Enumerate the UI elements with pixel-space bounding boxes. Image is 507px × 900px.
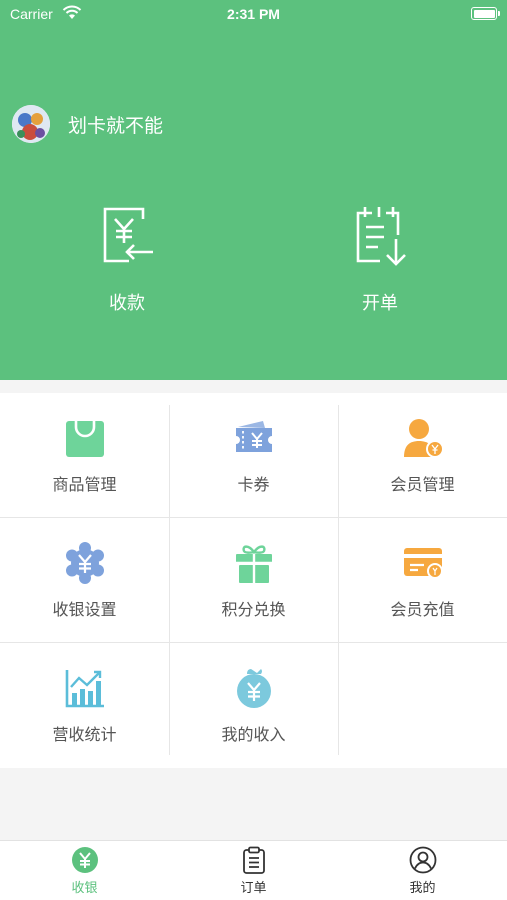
menu-item-cashier-settings[interactable]: 收银设置 bbox=[0, 518, 169, 643]
shopping-bag-icon bbox=[65, 421, 104, 457]
gift-box-icon bbox=[235, 545, 272, 583]
receive-payment-icon bbox=[103, 207, 153, 263]
member-user-icon bbox=[403, 419, 444, 458]
tab-bar: 收银 订单 我的 bbox=[0, 840, 507, 900]
menu-item-label: 我的收入 bbox=[221, 725, 286, 744]
tab-label: 订单 bbox=[240, 881, 267, 896]
menu-item-label: 卡券 bbox=[237, 475, 270, 494]
clock: 2:31 PM bbox=[227, 6, 280, 22]
create-order-label: 开单 bbox=[362, 293, 398, 314]
avatar[interactable] bbox=[12, 105, 50, 143]
menu-item-label: 收银设置 bbox=[52, 600, 117, 619]
username: 划卡就不能 bbox=[68, 114, 164, 137]
receive-payment-button[interactable]: 收款 bbox=[67, 205, 187, 315]
menu-item-product-management[interactable]: 商品管理 bbox=[0, 393, 169, 518]
yen-circle-icon bbox=[71, 847, 98, 873]
user-profile[interactable]: 划卡就不能 bbox=[12, 105, 163, 143]
tab-label: 我的 bbox=[409, 881, 436, 896]
menu-item-revenue-statistics[interactable]: 营收统计 bbox=[0, 643, 169, 768]
menu-item-label: 商品管理 bbox=[52, 475, 117, 494]
menu-item-member-recharge[interactable]: 会员充值 bbox=[338, 518, 507, 643]
menu-item-member-management[interactable]: 会员管理 bbox=[338, 393, 507, 518]
menu-item-label: 会员管理 bbox=[390, 475, 455, 494]
create-order-icon bbox=[356, 207, 406, 266]
feature-grid: 商品管理 卡券 会员管理 收银设置 积分兑换 会员充值 营收统计 我的收入 bbox=[0, 393, 507, 768]
tab-orders[interactable]: 订单 bbox=[169, 846, 338, 900]
yen-settings-gear-icon bbox=[65, 542, 104, 584]
clipboard-icon bbox=[242, 846, 265, 874]
profile-icon bbox=[409, 846, 436, 874]
header: Carrier 2:31 PM 划卡就不能 收款 开单 bbox=[0, 0, 507, 380]
money-bag-icon bbox=[236, 669, 271, 708]
menu-item-label: 营收统计 bbox=[52, 725, 117, 744]
coupon-ticket-icon bbox=[235, 421, 272, 452]
menu-item-points-exchange[interactable]: 积分兑换 bbox=[169, 518, 338, 643]
tab-mine[interactable]: 我的 bbox=[338, 846, 507, 900]
create-order-button[interactable]: 开单 bbox=[320, 205, 440, 315]
status-bar: Carrier 2:31 PM bbox=[0, 0, 507, 28]
menu-item-label: 会员充值 bbox=[390, 600, 455, 619]
menu-item-my-income[interactable]: 我的收入 bbox=[169, 643, 338, 768]
battery-icon bbox=[471, 7, 500, 20]
bar-chart-icon bbox=[65, 670, 104, 708]
menu-item-label: 积分兑换 bbox=[221, 600, 286, 619]
receive-payment-label: 收款 bbox=[109, 293, 145, 314]
tab-cashier[interactable]: 收银 bbox=[0, 846, 169, 900]
tab-label: 收银 bbox=[71, 881, 98, 896]
card-recharge-icon bbox=[403, 548, 443, 579]
menu-item-coupons[interactable]: 卡券 bbox=[169, 393, 338, 518]
